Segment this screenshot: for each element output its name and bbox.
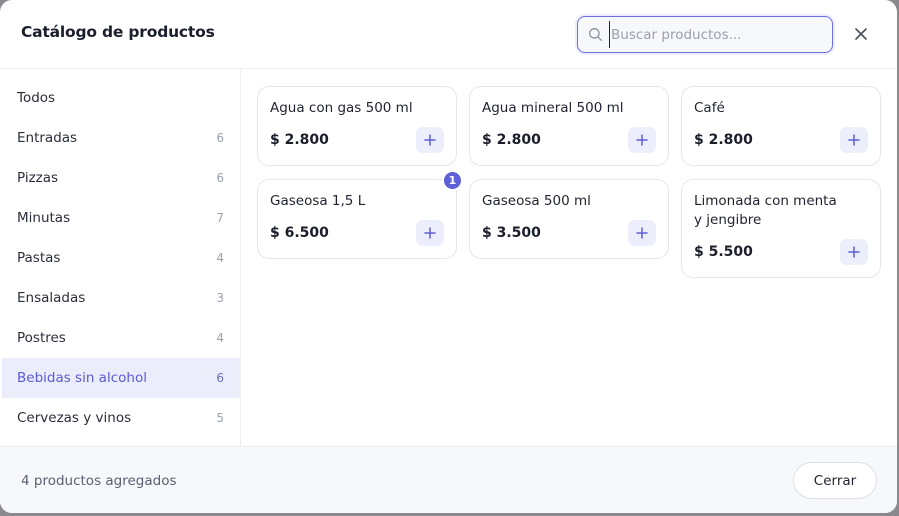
product-price: $ 5.500 <box>694 244 753 260</box>
plus-icon <box>424 134 436 146</box>
category-count: 4 <box>216 251 224 265</box>
category-item-pastas[interactable]: Pastas 4 <box>2 238 240 278</box>
product-catalog-modal: Catálogo de productos Todos Entradas 6 P… <box>0 0 897 513</box>
product-name: Limonada con menta y jengibre <box>694 193 837 228</box>
product-price: $ 6.500 <box>270 225 329 241</box>
close-button[interactable]: Cerrar <box>793 462 877 499</box>
category-item-minutas[interactable]: Minutas 7 <box>2 198 240 238</box>
product-name: Agua mineral 500 ml <box>482 100 624 116</box>
category-item-pizzas[interactable]: Pizzas 6 <box>2 158 240 198</box>
category-item-postres[interactable]: Postres 4 <box>2 318 240 358</box>
product-card: Agua mineral 500 ml $ 2.800 <box>469 86 669 166</box>
category-count: 4 <box>216 331 224 345</box>
category-label: Cervezas y vinos <box>17 410 132 426</box>
product-price: $ 2.800 <box>482 132 541 148</box>
category-label: Pastas <box>17 250 61 266</box>
product-grid: Agua con gas 500 ml $ 2.800 Agua mineral… <box>241 70 897 446</box>
plus-icon <box>636 227 648 239</box>
plus-icon <box>848 134 860 146</box>
category-item-ensaladas[interactable]: Ensaladas 3 <box>2 278 240 318</box>
add-product-button[interactable] <box>840 127 868 153</box>
category-item-entradas[interactable]: Entradas 6 <box>2 118 240 158</box>
add-product-button[interactable] <box>628 220 656 246</box>
category-item-todos[interactable]: Todos <box>2 78 240 118</box>
product-card: Limonada con menta y jengibre $ 5.500 <box>681 179 881 278</box>
category-label: Postres <box>17 330 66 346</box>
product-name: Gaseosa 500 ml <box>482 193 591 209</box>
product-name: Gaseosa 1,5 L <box>270 193 366 209</box>
product-card: Gaseosa 1,5 L $ 6.500 <box>257 179 457 259</box>
close-icon[interactable] <box>850 23 872 45</box>
category-label: Minutas <box>17 210 71 226</box>
product-price: $ 2.800 <box>694 132 753 148</box>
product-card: Gaseosa 500 ml $ 3.500 <box>469 179 669 259</box>
add-product-button[interactable] <box>628 127 656 153</box>
search-input[interactable] <box>609 21 827 48</box>
product-price: $ 2.800 <box>270 132 329 148</box>
search-icon <box>589 28 602 41</box>
add-product-button[interactable] <box>416 127 444 153</box>
category-count: 6 <box>216 171 224 185</box>
modal-title: Catálogo de productos <box>21 23 215 41</box>
category-label: Bebidas sin alcohol <box>17 370 147 386</box>
product-price: $ 3.500 <box>482 225 541 241</box>
category-count: 6 <box>216 371 224 385</box>
product-name: Agua con gas 500 ml <box>270 100 413 116</box>
category-item-bebidas-sin-alcohol[interactable]: Bebidas sin alcohol 6 <box>2 358 240 398</box>
category-count: 6 <box>216 131 224 145</box>
category-label: Entradas <box>17 130 78 146</box>
quantity-badge: 1 <box>442 170 463 191</box>
category-count: 5 <box>216 411 224 425</box>
category-label: Todos <box>17 90 56 106</box>
category-label: Pizzas <box>17 170 59 186</box>
product-name: Café <box>694 100 725 116</box>
product-card: Agua con gas 500 ml $ 2.800 <box>257 86 457 166</box>
category-sidebar: Todos Entradas 6 Pizzas 6 Minutas 7 Past… <box>0 70 241 446</box>
product-card: Café $ 2.800 <box>681 86 881 166</box>
plus-icon <box>636 134 648 146</box>
category-count: 3 <box>216 291 224 305</box>
category-label: Ensaladas <box>17 290 86 306</box>
add-product-button[interactable] <box>840 239 868 265</box>
modal-footer: 4 productos agregados Cerrar <box>0 446 897 513</box>
search-box[interactable] <box>577 16 833 53</box>
add-product-button[interactable] <box>416 220 444 246</box>
category-count: 7 <box>216 211 224 225</box>
plus-icon <box>848 246 860 258</box>
added-products-summary: 4 productos agregados <box>21 473 177 489</box>
modal-header: Catálogo de productos <box>0 0 897 69</box>
plus-icon <box>424 227 436 239</box>
category-item-cervezas-y-vinos[interactable]: Cervezas y vinos 5 <box>2 398 240 438</box>
